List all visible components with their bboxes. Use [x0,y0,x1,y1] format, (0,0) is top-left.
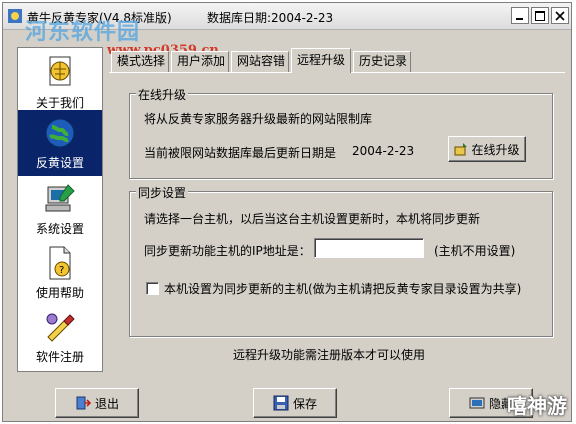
sidebar-item-system-settings[interactable]: 系统设置 [18,176,102,242]
close-icon [555,10,565,21]
tab-site-tolerance[interactable]: 网站容错 [231,51,289,72]
online-upgrade-group: 在线升级 将从反黄专家服务器升级最新的网站限制库 当前被限网站数据库最后更新日期… [129,86,553,179]
exit-button-label: 退出 [94,396,119,411]
sidebar-item-filter-settings[interactable]: 反黄设置 [18,110,102,176]
computer-settings-icon [45,184,75,212]
svg-text:?: ? [59,265,64,276]
online-upgrade-button-label: 在线升级 [471,142,520,157]
sidebar-item-label: 使用帮助 [35,286,84,300]
tab-remote-upgrade[interactable]: 远程升级 [291,48,351,73]
minimize-icon [516,17,523,20]
sync-ip-input[interactable] [314,238,424,258]
online-upgrade-description: 将从反黄专家服务器升级最新的网站限制库 [144,112,373,126]
app-window: 黄牛反黄专家(V4.8标准版) 数据库日期:2004-2-23 河东软件园 ww… [2,2,572,422]
sync-ip-label: 同步更新功能主机的IP地址是： [144,244,311,258]
last-update-date: 2004-2-23 [352,144,415,158]
sync-settings-title: 同步设置 [136,184,189,201]
sidebar-item-about[interactable]: 关于我们 [18,50,102,116]
app-icon [8,9,22,23]
exit-button[interactable]: 退出 [55,388,139,418]
upgrade-icon [454,143,468,156]
last-update-label: 当前被限网站数据库最后更新日期是 [144,146,337,160]
maximize-button[interactable] [531,7,549,24]
help-doc-icon: ? [49,246,71,280]
online-upgrade-title: 在线升级 [136,86,189,103]
sidebar-item-register[interactable]: 软件注册 [18,304,102,370]
tab-mode-select[interactable]: 模式选择 [111,51,169,72]
tab-history[interactable]: 历史记录 [353,51,411,72]
save-icon [273,395,289,411]
register-tools-icon [46,313,75,342]
watermark-logo: 河东软件园 [25,20,141,45]
host-sync-checkbox[interactable] [146,282,159,295]
sync-ip-hint: (主机不用设置) [434,244,516,258]
globe-doc-icon [49,56,71,86]
sidebar: 关于我们 反黄设置 系统设置 ? 使用帮助 软件注册 [17,47,103,372]
sync-description: 请选择一台主机，以后当这台主机设置更新时，本机将同步更新 [144,212,481,226]
close-button[interactable] [551,7,569,24]
sidebar-item-label: 系统设置 [35,222,84,236]
minimize-button[interactable] [511,7,529,24]
sidebar-item-label: 关于我们 [35,96,84,110]
registration-notice: 远程升级功能需注册版本才可以使用 [233,348,426,362]
sync-settings-group: 同步设置 请选择一台主机，以后当这台主机设置更新时，本机将同步更新 同步更新功能… [129,184,553,337]
tab-user-add[interactable]: 用户添加 [171,51,229,72]
globe-icon [45,118,75,148]
maximize-icon [535,10,545,21]
sidebar-item-help[interactable]: ? 使用帮助 [18,240,102,306]
hide-icon [469,397,485,409]
database-date: 数据库日期:2004-2-23 [207,11,334,25]
sidebar-item-label: 软件注册 [35,350,84,364]
save-button-label: 保存 [292,396,317,411]
remote-upgrade-panel: 在线升级 将从反黄专家服务器升级最新的网站限制库 当前被限网站数据库最后更新日期… [109,72,565,372]
save-button[interactable]: 保存 [253,388,337,418]
sidebar-item-label: 反黄设置 [35,156,84,170]
corner-watermark: 嘻神游 [507,394,567,418]
exit-icon [76,396,91,410]
title-bar[interactable]: 黄牛反黄专家(V4.8标准版) 数据库日期:2004-2-23 河东软件园 ww… [3,3,571,58]
host-sync-checkbox-label: 本机设置为同步更新的主机(做为主机请把反黄专家目录设置为共享) [164,282,522,296]
online-upgrade-button[interactable]: 在线升级 [448,136,526,162]
